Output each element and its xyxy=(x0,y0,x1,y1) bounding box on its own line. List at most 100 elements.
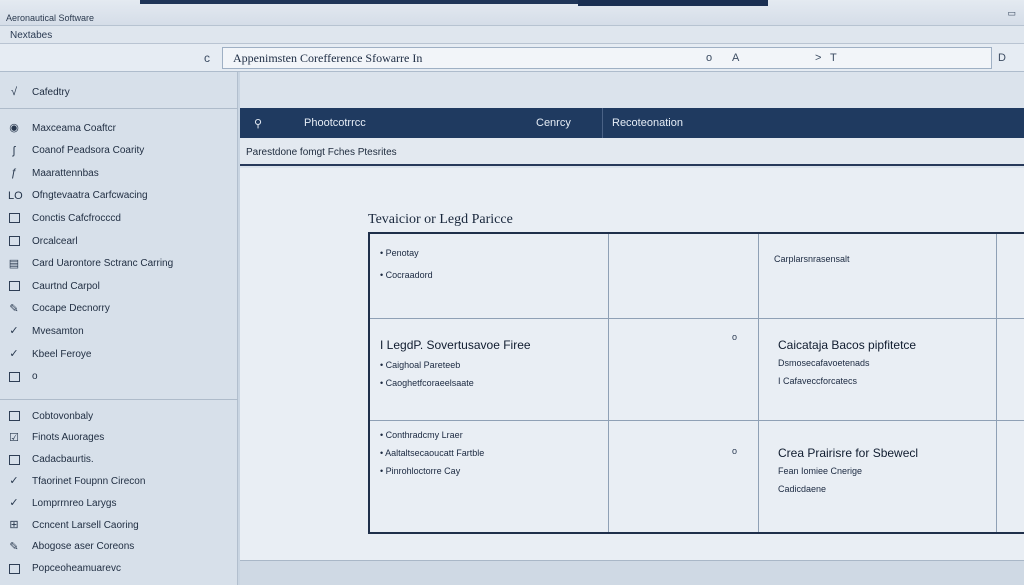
main-panel: ⚲ Phootcotrrcc Cenrcy Recoteonation Pare… xyxy=(240,72,1024,585)
sidebar-item[interactable]: LO Ofngtevaatra Carfcwacing xyxy=(0,186,238,206)
list-icon: LO xyxy=(8,189,23,202)
box-icon xyxy=(9,213,20,224)
grid-column-line xyxy=(608,234,609,532)
window-control-icon[interactable]: ▭ xyxy=(1007,8,1016,19)
list-item[interactable]: Cadicdaene xyxy=(778,484,826,494)
list-item[interactable]: Fean Iomiee Cnerige xyxy=(778,466,862,476)
sidebar-item-label: Lomprrnreo Larygs xyxy=(32,497,117,509)
sidebar-header[interactable]: √ Cafedtry xyxy=(0,82,238,102)
feather-icon: √ xyxy=(10,86,18,98)
list-item[interactable]: Pinrohloctorre Cay xyxy=(380,466,461,476)
content-area: Tevaicior or Legd Paricce Penotay Cocraa… xyxy=(240,168,1024,560)
list-icon: ▤ xyxy=(8,257,20,270)
header-col-2[interactable]: Cenrcy xyxy=(536,117,571,129)
sidebar-item-label: Card Uarontore Sctranc Carring xyxy=(32,258,174,270)
pen-icon: ✎ xyxy=(9,302,19,315)
alert-icon[interactable]: A xyxy=(732,52,739,64)
text-cursor-icon[interactable]: T xyxy=(830,52,837,64)
page-title: Tevaicior or Legd Paricce xyxy=(368,212,513,227)
sidebar-item[interactable]: ⊞ Ccncent Larsell Caoring xyxy=(0,515,238,535)
list-item[interactable]: Penotay xyxy=(380,248,419,258)
pen-icon: ✎ xyxy=(9,540,19,553)
sidebar-item[interactable]: ✎ Abogose aser Coreons xyxy=(0,537,238,557)
sidebar-item[interactable]: ʃ Coanof Peadsora Coarity xyxy=(0,141,238,161)
forward-icon[interactable]: > xyxy=(815,52,821,64)
sidebar-item-label: Cadacbaurtis. xyxy=(32,454,94,466)
header-col-3[interactable]: Recoteonation xyxy=(612,117,683,129)
list-item[interactable]: Dsmosecafavoetenads xyxy=(778,358,870,368)
grid-row-line xyxy=(370,318,1024,319)
sidebar-item[interactable]: ◉ Maxceama Coaftcr xyxy=(0,118,238,138)
sidebar-item-label: Tfaorinet Foupnn Cirecon xyxy=(32,475,146,487)
list-item[interactable]: Caoghetfcoraeelsaate xyxy=(380,378,474,388)
list-item[interactable]: Aaltaltsecaoucatt Fartble xyxy=(380,448,484,458)
header-separator xyxy=(602,108,603,138)
sidebar-item-label: Caurtnd Carpol xyxy=(32,280,100,292)
script-icon: ʃ xyxy=(12,144,16,157)
box-icon xyxy=(9,563,20,574)
cell-label: Carplarsnrasensalt xyxy=(774,254,850,264)
sidebar-item[interactable]: Caurtnd Carpol xyxy=(0,276,238,296)
grid-row-line xyxy=(370,420,1024,421)
section-title: Crea Prairisre for Sbewecl xyxy=(778,446,919,460)
sidebar-item-label: Mvesamton xyxy=(32,325,84,337)
search-option-icon[interactable]: o xyxy=(706,52,712,64)
sidebar-item-label: Popceoheamuarevc xyxy=(32,563,121,575)
script-icon: ƒ xyxy=(10,167,18,180)
sidebar-item[interactable]: Conctis Cafcfrocccd xyxy=(0,208,238,228)
header-col-1[interactable]: Phootcotrrcc xyxy=(304,117,366,129)
refresh-icon[interactable]: c xyxy=(204,51,210,65)
list-item[interactable]: I Cafaveccforcatecs xyxy=(778,376,857,386)
sidebar-item[interactable]: ƒ Maarattennbas xyxy=(0,163,238,183)
sidebar-item-label: Abogose aser Coreons xyxy=(32,541,135,553)
title-bar: Aeronautical Software ▭ xyxy=(0,0,1024,26)
address-bar: c Appenimsten Corefference Sfowarre In o… xyxy=(0,44,1024,72)
sidebar-item[interactable]: Orcalcearl xyxy=(0,231,238,251)
box-icon xyxy=(9,236,20,246)
sidebar-item-label: Finots Auorages xyxy=(32,432,105,444)
sidebar-item[interactable]: ✓ Kbeel Feroye xyxy=(0,344,238,364)
sidebar-item[interactable]: Cadacbaurtis. xyxy=(0,450,238,470)
check-icon: ✓ xyxy=(9,475,19,488)
sidebar-item-label: Conctis Cafcfrocccd xyxy=(32,212,121,224)
box-icon xyxy=(9,411,20,421)
grid-column-line xyxy=(996,234,997,532)
menu-icon[interactable]: D xyxy=(998,52,1006,64)
list-item[interactable]: Conthradcmy Lraer xyxy=(380,430,463,440)
sidebar: √ Cafedtry ◉ Maxceama Coaftcr ʃ Coanof Pead… xyxy=(0,72,238,585)
grid-column-line xyxy=(758,234,759,532)
sidebar-item[interactable]: ✎ Cocape Decnorry xyxy=(0,299,238,319)
sidebar-header-label: Cafedtry xyxy=(32,86,70,98)
sidebar-item[interactable]: Popceoheamuarevc xyxy=(0,559,238,579)
content-grid: Penotay Cocraadord Carplarsnrasensalt I … xyxy=(368,232,1024,534)
sidebar-item[interactable]: o xyxy=(0,367,238,387)
sidebar-item[interactable]: ✓ Mvesamton xyxy=(0,321,238,341)
title-accent-strip xyxy=(140,0,580,4)
box-icon xyxy=(9,281,20,292)
table-header-bar: ⚲ Phootcotrrcc Cenrcy Recoteonation xyxy=(240,108,1024,138)
list-item[interactable]: Cocraadord xyxy=(380,270,433,280)
sidebar-divider xyxy=(0,108,238,109)
sidebar-item[interactable]: Cobtovonbaly xyxy=(0,406,238,426)
sidebar-item[interactable]: ☑ Finots Auorages xyxy=(0,428,238,448)
status-indicator-icon: o xyxy=(732,332,738,342)
status-bar xyxy=(240,560,1024,585)
sidebar-item-label: Orcalcearl xyxy=(32,235,78,247)
section-title: I LegdP. Sovertusavoe Firee xyxy=(380,338,531,352)
breadcrumb: Parestdone fomgt Fches Ptesrites xyxy=(240,138,1024,166)
sidebar-item-label: Maxceama Coaftcr xyxy=(32,122,116,134)
sidebar-item[interactable]: ✓ Tfaorinet Foupnn Cirecon xyxy=(0,471,238,491)
check-icon: ✓ xyxy=(9,497,19,510)
menu-item[interactable]: Nextabes xyxy=(10,30,52,41)
search-icon[interactable]: ⚲ xyxy=(254,117,262,130)
sidebar-item[interactable]: ▤ Card Uarontore Sctranc Carring xyxy=(0,254,238,274)
window-title: Aeronautical Software xyxy=(6,13,95,23)
circle-icon: ◉ xyxy=(9,122,19,134)
sidebar-item-label: Kbeel Feroye xyxy=(32,348,92,360)
url-input[interactable]: Appenimsten Corefference Sfowarre In xyxy=(222,47,992,69)
sidebar-item-label: Maarattennbas xyxy=(32,167,99,179)
breadcrumb-text[interactable]: Parestdone fomgt Fches Ptesrites xyxy=(246,147,397,158)
sidebar-item-label: Ofngtevaatra Carfcwacing xyxy=(32,190,148,202)
list-item[interactable]: Caighoal Pareteeb xyxy=(380,360,461,370)
sidebar-item[interactable]: ✓ Lomprrnreo Larygs xyxy=(0,493,238,513)
